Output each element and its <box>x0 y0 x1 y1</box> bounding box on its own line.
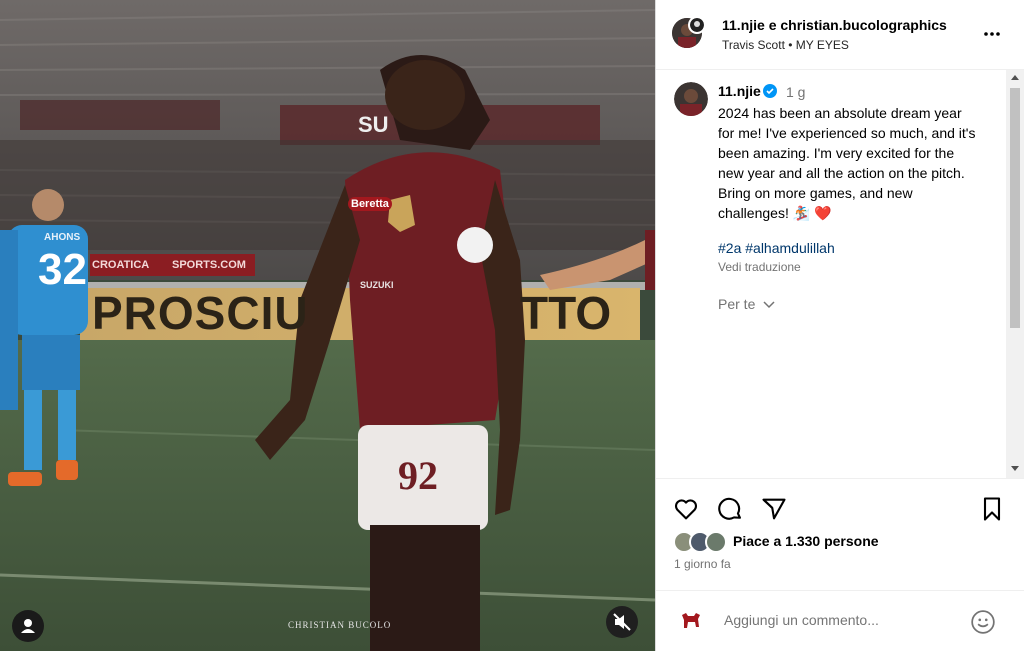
post-authors[interactable]: 11.njie e christian.bucolographics <box>722 17 947 33</box>
comments-scroll-area[interactable]: 11.njie 1 g 2024 has been an absolute dr… <box>656 70 1024 479</box>
person-icon <box>21 619 35 633</box>
jersey-back-name: AHONS <box>44 232 81 243</box>
comment-input[interactable] <box>722 607 956 633</box>
heart-icon <box>674 499 698 520</box>
bull-logo-icon <box>674 603 708 637</box>
banner-text-right: TTO <box>520 287 612 339</box>
see-translation-link[interactable]: Vedi traduzione <box>718 260 801 274</box>
caption-avatar-image <box>674 82 708 116</box>
caption-hashtags[interactable]: #2a #alhamdulillah <box>718 240 835 256</box>
smiley-icon <box>971 610 995 634</box>
for-you-toggle[interactable]: Per te <box>718 296 775 312</box>
ad-board-text: CROATICA <box>92 259 150 271</box>
collab-avatar-image <box>690 18 704 32</box>
paper-plane-icon <box>762 498 786 520</box>
ad-board-text-2: SPORTS.COM <box>172 259 246 271</box>
audio-track[interactable]: Travis Scott • MY EYES <box>722 38 849 52</box>
collab-avatar[interactable] <box>688 16 706 34</box>
current-user-avatar[interactable] <box>674 603 708 637</box>
shorts-number: 92 <box>398 453 438 498</box>
speaker-muted-icon <box>613 613 631 631</box>
action-bar: Piace a 1.330 persone 1 giorno fa <box>656 479 1024 589</box>
for-you-label: Per te <box>718 296 756 312</box>
shirt-sponsor: SUZUKI <box>360 280 394 290</box>
scroll-down-arrow-icon[interactable] <box>1011 466 1019 471</box>
scrollbar-thumb[interactable] <box>1010 88 1020 328</box>
emoji-button[interactable] <box>970 609 996 635</box>
scrollbar[interactable] <box>1006 70 1024 478</box>
likes-count[interactable]: Piace a 1.330 persone <box>733 533 879 549</box>
caption-username[interactable]: 11.njie <box>718 83 761 99</box>
post-date[interactable]: 1 giorno fa <box>674 557 731 571</box>
liked-by-avatars[interactable] <box>673 531 734 553</box>
share-button[interactable] <box>760 495 788 523</box>
bookmark-icon <box>983 497 1001 521</box>
caption-text: 2024 has been an absolute dream year for… <box>718 105 976 221</box>
more-icon <box>984 32 1000 36</box>
post-video[interactable]: 32 AHONS CROATICA SPORTS.COM PROSCIU TTO… <box>0 0 655 651</box>
mute-button[interactable] <box>606 606 638 638</box>
jersey-back-number: 32 <box>38 245 87 294</box>
save-button[interactable] <box>978 495 1006 523</box>
liker-avatars-image <box>673 531 727 553</box>
banner-text-left: PROSCIU <box>92 287 309 339</box>
comment-button[interactable] <box>716 495 744 523</box>
post-header: 11.njie e christian.bucolographics Travi… <box>656 0 1024 70</box>
comment-composer <box>656 590 1024 652</box>
scroll-up-arrow-icon[interactable] <box>1011 75 1019 80</box>
chevron-down-icon <box>763 301 775 309</box>
caption-avatar[interactable] <box>674 82 708 116</box>
shirt-sponsor-badge: Beretta <box>348 197 392 211</box>
stand-text: SU <box>358 112 389 137</box>
caption-time: 1 g <box>786 84 806 100</box>
more-options-button[interactable] <box>980 22 1004 46</box>
like-button[interactable] <box>672 495 700 523</box>
tagged-people-button[interactable] <box>12 610 44 642</box>
verified-badge-icon <box>763 84 777 98</box>
comment-icon <box>718 497 741 520</box>
video-watermark: CHRISTIAN BUCOLO <box>288 620 392 630</box>
post-details-panel: 11.njie e christian.bucolographics Travi… <box>655 0 1024 651</box>
